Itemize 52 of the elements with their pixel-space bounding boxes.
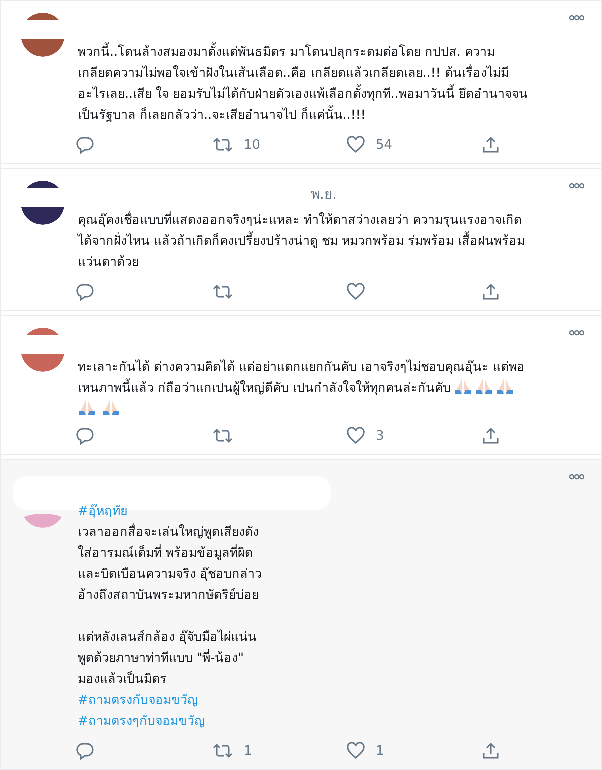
reply-icon[interactable] bbox=[75, 426, 95, 446]
retweet-icon[interactable] bbox=[212, 426, 234, 446]
tweet-text: ใส่อารมณ์เต็มที่ พร้อมข้อมูลที่ผิด bbox=[78, 543, 253, 562]
praying-hands-icon bbox=[496, 377, 514, 395]
avatar[interactable] bbox=[21, 181, 65, 225]
tweet-text: อะไรเลย..เสีย ใจ ยอมรับไม่ได้กับฝ่ายตัวเองแพ้เลือกตั้งทุกที..พอมาวันนี้ ยึดอำนาจจน bbox=[78, 84, 528, 104]
retweet-icon[interactable] bbox=[212, 741, 234, 761]
reply-icon[interactable] bbox=[75, 282, 95, 302]
tweet-text: เป็นรัฐบาล ก็เลยกลัวว่า..จะเสียอำนาจไป ก็แค่นั้น..!!! bbox=[78, 104, 366, 124]
tweet-text: พูดด้วยภาษาท่าทีแบบ "พี่-น้อง" bbox=[78, 648, 244, 668]
tweet-text: เวลาออกสื่อจะเล่นใหญ่พูดเสียงดัง bbox=[78, 522, 259, 542]
tweet-text: เกลียดความไม่พอใจเข้าฝังในเส้นเลือด..คือ เกลียดแล้วเกลียดเลย..!! ต้นเรื่องไม่มี bbox=[78, 63, 509, 82]
tweet-text: ทะเลาะกันได้ ต่างความคิดได้ แต่อย่าแตกแยกกันคับ เอาจริงๆไม่ชอบคุณอุ๊นะ แต่พอ bbox=[78, 358, 525, 376]
like-count: 1 bbox=[376, 744, 384, 758]
like-icon[interactable] bbox=[346, 426, 366, 446]
share-icon[interactable] bbox=[481, 135, 501, 155]
tweet-text: และบิดเบือนความจริง อุ๊ชอบกล่าว bbox=[78, 565, 262, 584]
like-count: 54 bbox=[376, 138, 393, 152]
share-icon[interactable] bbox=[481, 282, 501, 302]
retweet-count: 10 bbox=[244, 138, 261, 152]
reply-icon[interactable] bbox=[75, 741, 95, 761]
praying-hands-icon bbox=[78, 398, 96, 416]
like-icon[interactable] bbox=[346, 135, 366, 155]
tweet-text: พวกนี้..โดนล้างสมองมาตั้งแต่พันธมิตร มาโดนปลุกระดมต่อโดย กปปส. ความ bbox=[78, 42, 495, 62]
reply-icon[interactable] bbox=[75, 135, 95, 155]
praying-hands-icon bbox=[102, 398, 120, 416]
tweet-text: อ้างถึงสถาบันพระมหากษัตริย์บ่อย bbox=[78, 586, 259, 604]
tweet-text: คุณอุ๊คงเชื่อแบบที่แสดงออกจริงๆน่ะแหละ ทำให้ตาสว่างเลยว่า ความรุนแรงอาจเกิด bbox=[78, 210, 522, 230]
retweet-count: 1 bbox=[244, 744, 252, 758]
share-icon[interactable] bbox=[481, 426, 501, 446]
like-icon[interactable] bbox=[346, 282, 366, 302]
hashtag-link[interactable]: #ถามตรงๆกับจอมขวัญ bbox=[78, 710, 206, 731]
more-icon[interactable] bbox=[569, 183, 585, 189]
like-icon[interactable] bbox=[346, 741, 366, 761]
more-icon[interactable] bbox=[569, 474, 585, 480]
tweet-text: เหนภาพนี้แล้ว ก่ถือว่าแกเปนผู้ใหญ่ดีคับ เปนกำลังใจให้ทุกคนล่ะกันคับ bbox=[78, 377, 514, 398]
share-icon[interactable] bbox=[481, 741, 501, 761]
tweet-text: แว่นตาด้วย bbox=[78, 253, 139, 271]
more-icon[interactable] bbox=[569, 330, 585, 336]
retweet-icon[interactable] bbox=[212, 282, 234, 302]
tweet-text: แต่หลังเลนส์กล้อง อุ๊จับมือไผ่แน่น bbox=[78, 628, 257, 646]
more-icon[interactable] bbox=[569, 15, 585, 21]
like-count: 3 bbox=[376, 428, 384, 444]
praying-hands-icon bbox=[454, 377, 472, 395]
tweet-date: พ.ย. bbox=[311, 186, 337, 205]
hashtag-link[interactable]: #ถามตรงกับจอมขวัญ bbox=[78, 689, 198, 710]
avatar[interactable] bbox=[21, 13, 65, 57]
retweet-icon[interactable] bbox=[212, 135, 234, 155]
tweet-text: ได้จากฝั่งไหน แล้วถ้าเกิดก็คงเปรี้ยงปร้างน่าดู ชม หมวกพร้อม ร่มพร้อม เสื้อฝนพร้อม bbox=[78, 230, 525, 250]
hashtag-link[interactable]: #อุ๊หฤทัย bbox=[78, 500, 128, 521]
tweet-text: มองแล้วเป็นมิตร bbox=[78, 670, 167, 688]
praying-hands-icon bbox=[474, 377, 493, 395]
